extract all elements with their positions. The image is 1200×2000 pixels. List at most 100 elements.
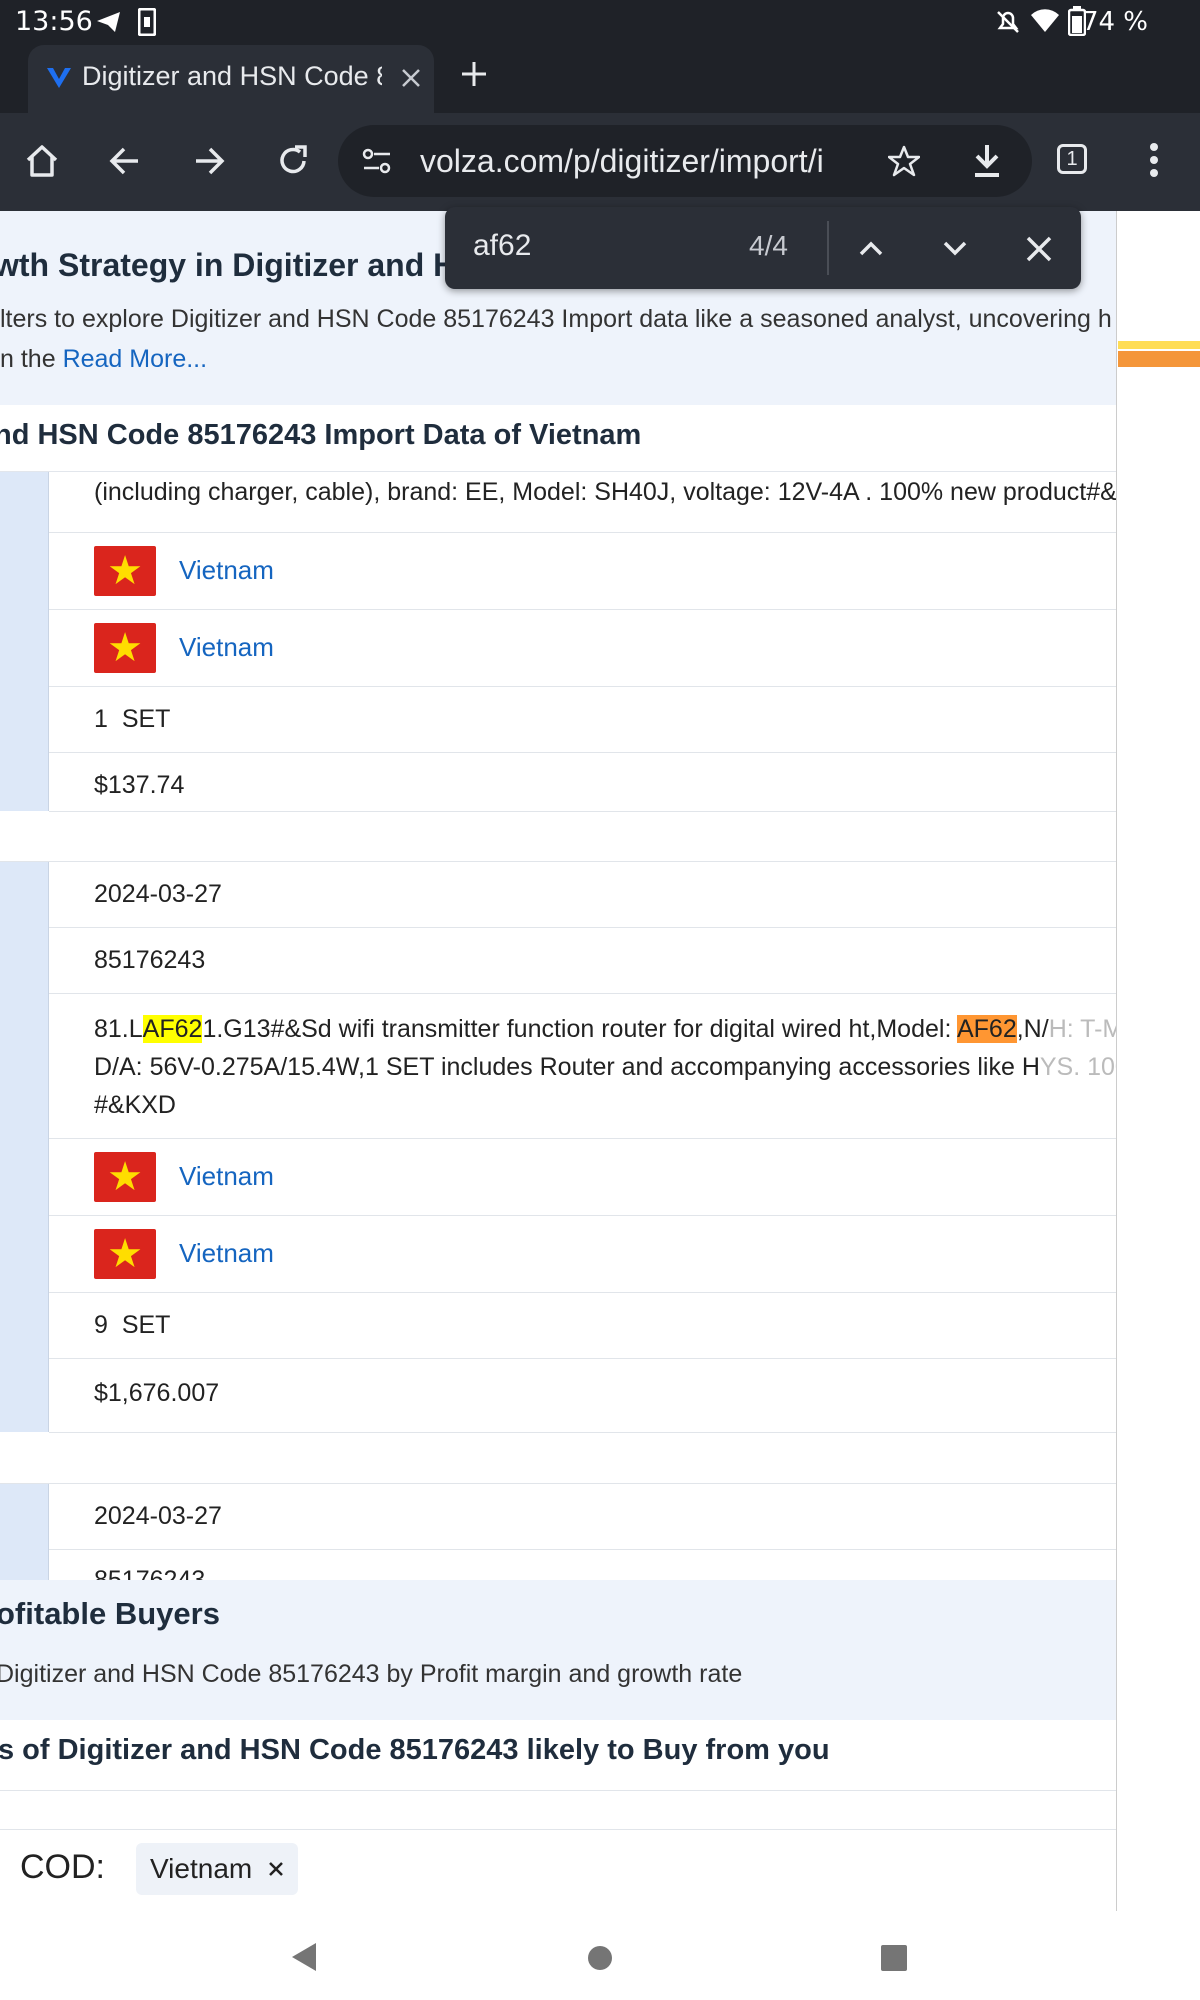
find-match-highlight: AF62 (142, 1015, 203, 1043)
find-active-match-highlight: AF62 (956, 1015, 1017, 1043)
hsn-code: 85176243 (94, 1566, 206, 1580)
new-tab-icon[interactable] (459, 59, 489, 89)
tab-strip: Digitizer and HSN Code 8 (0, 45, 1200, 113)
home-button[interactable] (14, 133, 70, 189)
home-icon (26, 145, 58, 177)
tab-count: 1 (1066, 147, 1078, 170)
origin-country-link[interactable]: Vietnam (179, 1161, 274, 1192)
nav-back-icon[interactable] (290, 1941, 318, 1973)
back-button[interactable] (97, 133, 153, 189)
scrollbar-track[interactable] (1116, 211, 1200, 1911)
product-description: (including charger, cable), brand: EE, M… (94, 478, 1116, 506)
site-settings-icon[interactable] (362, 147, 392, 175)
buyers-text: Digitizer and HSN Code 85176243 by Profi… (0, 1660, 743, 1688)
table-label-column (0, 1484, 49, 1580)
close-tab-icon[interactable] (400, 67, 422, 89)
origin-country-link[interactable]: Vietnam (179, 555, 274, 586)
tab-title: Digitizer and HSN Code 8 (82, 61, 382, 91)
filter-chip-vietnam[interactable]: Vietnam (136, 1843, 299, 1895)
status-bar: 13:56 74 % (0, 0, 1200, 45)
reload-icon (280, 145, 307, 174)
find-match-marker (1118, 341, 1200, 349)
hsn-code: 85176243 (94, 946, 206, 974)
arrow-back-icon (109, 147, 138, 175)
match-count: 4/4 (749, 230, 788, 261)
reload-button[interactable] (265, 133, 321, 189)
download-icon[interactable] (971, 143, 1003, 179)
import-data-header: nd HSN Code 85176243 Import Data of Viet… (0, 405, 1116, 472)
value-usd: $1,676.007 (94, 1379, 220, 1407)
find-input[interactable]: af62 (473, 229, 531, 263)
buyers-heading: ofitable Buyers (0, 1596, 220, 1631)
shipment-date: 2024-03-27 (94, 1502, 222, 1530)
battery-level: 74 % (1081, 7, 1148, 37)
system-nav-bar (0, 1911, 1200, 2000)
close-find-icon[interactable] (1025, 235, 1053, 263)
clock: 13:56 (15, 6, 93, 37)
filter-label: COD: (20, 1848, 105, 1886)
vietnam-flag-icon: ★ (94, 1229, 156, 1279)
import-data-title: nd HSN Code 85176243 Import Data of Viet… (0, 419, 642, 451)
table-row: ★ Vietnam (49, 610, 1116, 687)
read-more-link[interactable]: Read More... (63, 345, 208, 373)
destination-country-link[interactable]: Vietnam (179, 1238, 274, 1269)
quantity-value: 9 SET (94, 1311, 171, 1339)
nav-home-icon[interactable] (586, 1944, 614, 1972)
address-bar[interactable]: volza.com/p/digitizer/import/i (338, 125, 1032, 197)
table-row: 85176243 (49, 928, 1116, 994)
table-row: $1,676.007 (49, 1359, 1116, 1433)
table-row: 9 SET (49, 1293, 1116, 1359)
destination-country-link[interactable]: Vietnam (179, 632, 274, 663)
remove-filter-icon[interactable] (268, 1861, 284, 1877)
forward-button[interactable] (181, 133, 237, 189)
url-text: volza.com/p/digitizer/import/i (420, 143, 824, 179)
divider (827, 221, 829, 275)
previous-match-icon[interactable] (857, 235, 885, 261)
bookmark-star-icon[interactable] (888, 145, 920, 177)
likely-buyers-title: s of Digitizer and HSN Code 85176243 lik… (0, 1734, 830, 1766)
record-spacer (0, 811, 1116, 862)
table-row: (including charger, cable), brand: EE, M… (49, 472, 1116, 533)
likely-buyers-header: s of Digitizer and HSN Code 85176243 lik… (0, 1720, 1116, 1791)
table-row: 81.LAF621.G13#&Sd wifi transmitter funct… (49, 994, 1116, 1139)
table-row: 2024-03-27 (49, 862, 1116, 928)
browser-toolbar: volza.com/p/digitizer/import/i 1 (0, 113, 1200, 211)
profitable-buyers-section: ofitable Buyers Digitizer and HSN Code 8… (0, 1580, 1116, 1720)
filter-bar: COD: Vietnam (0, 1829, 1116, 1912)
shipment-date: 2024-03-27 (94, 880, 222, 908)
table-row: 2024-03-27 (49, 1484, 1116, 1550)
tab-switcher-button[interactable]: 1 (1057, 144, 1087, 174)
table-row: ★ Vietnam (49, 1139, 1116, 1216)
table-label-column (0, 472, 49, 811)
shipments-table: (including charger, cable), brand: EE, M… (0, 472, 1116, 1580)
volza-favicon-icon (47, 68, 71, 88)
find-active-match-marker (1118, 351, 1200, 367)
sim-card-icon (138, 8, 156, 36)
strategy-line-1: lters to explore Digitizer and HSN Code … (0, 305, 1112, 333)
browser-tab[interactable]: Digitizer and HSN Code 8 (28, 45, 434, 113)
web-page: wth Strategy in Digitizer and H lters to… (0, 211, 1116, 1911)
table-row: $137.74 (49, 753, 1116, 812)
next-match-icon[interactable] (941, 235, 969, 261)
strategy-heading: wth Strategy in Digitizer and H (0, 247, 457, 283)
record-spacer (0, 1432, 1116, 1484)
arrow-forward-icon (196, 147, 225, 175)
telegram-icon (97, 12, 120, 32)
table-row: ★ Vietnam (49, 533, 1116, 610)
strategy-text: lters to explore Digitizer and HSN Code … (0, 299, 1112, 379)
filter-chip-label: Vietnam (150, 1853, 253, 1884)
more-options-icon[interactable] (1148, 141, 1160, 179)
vietnam-flag-icon: ★ (94, 623, 156, 673)
product-description: 81.LAF621.G13#&Sd wifi transmitter funct… (94, 1015, 1116, 1119)
table-label-column (0, 861, 49, 1432)
quantity-value: 1 SET (94, 705, 171, 733)
strategy-line-2: n the (0, 345, 63, 373)
vietnam-flag-icon: ★ (94, 1152, 156, 1202)
mute-icon (997, 11, 1019, 33)
value-usd: $137.74 (94, 771, 185, 799)
find-in-page-bar: af62 4/4 (445, 207, 1081, 289)
table-row: 85176243 (49, 1550, 1116, 1580)
table-row: 1 SET (49, 687, 1116, 753)
wifi-icon (1031, 9, 1059, 33)
nav-recents-icon[interactable] (880, 1944, 908, 1972)
